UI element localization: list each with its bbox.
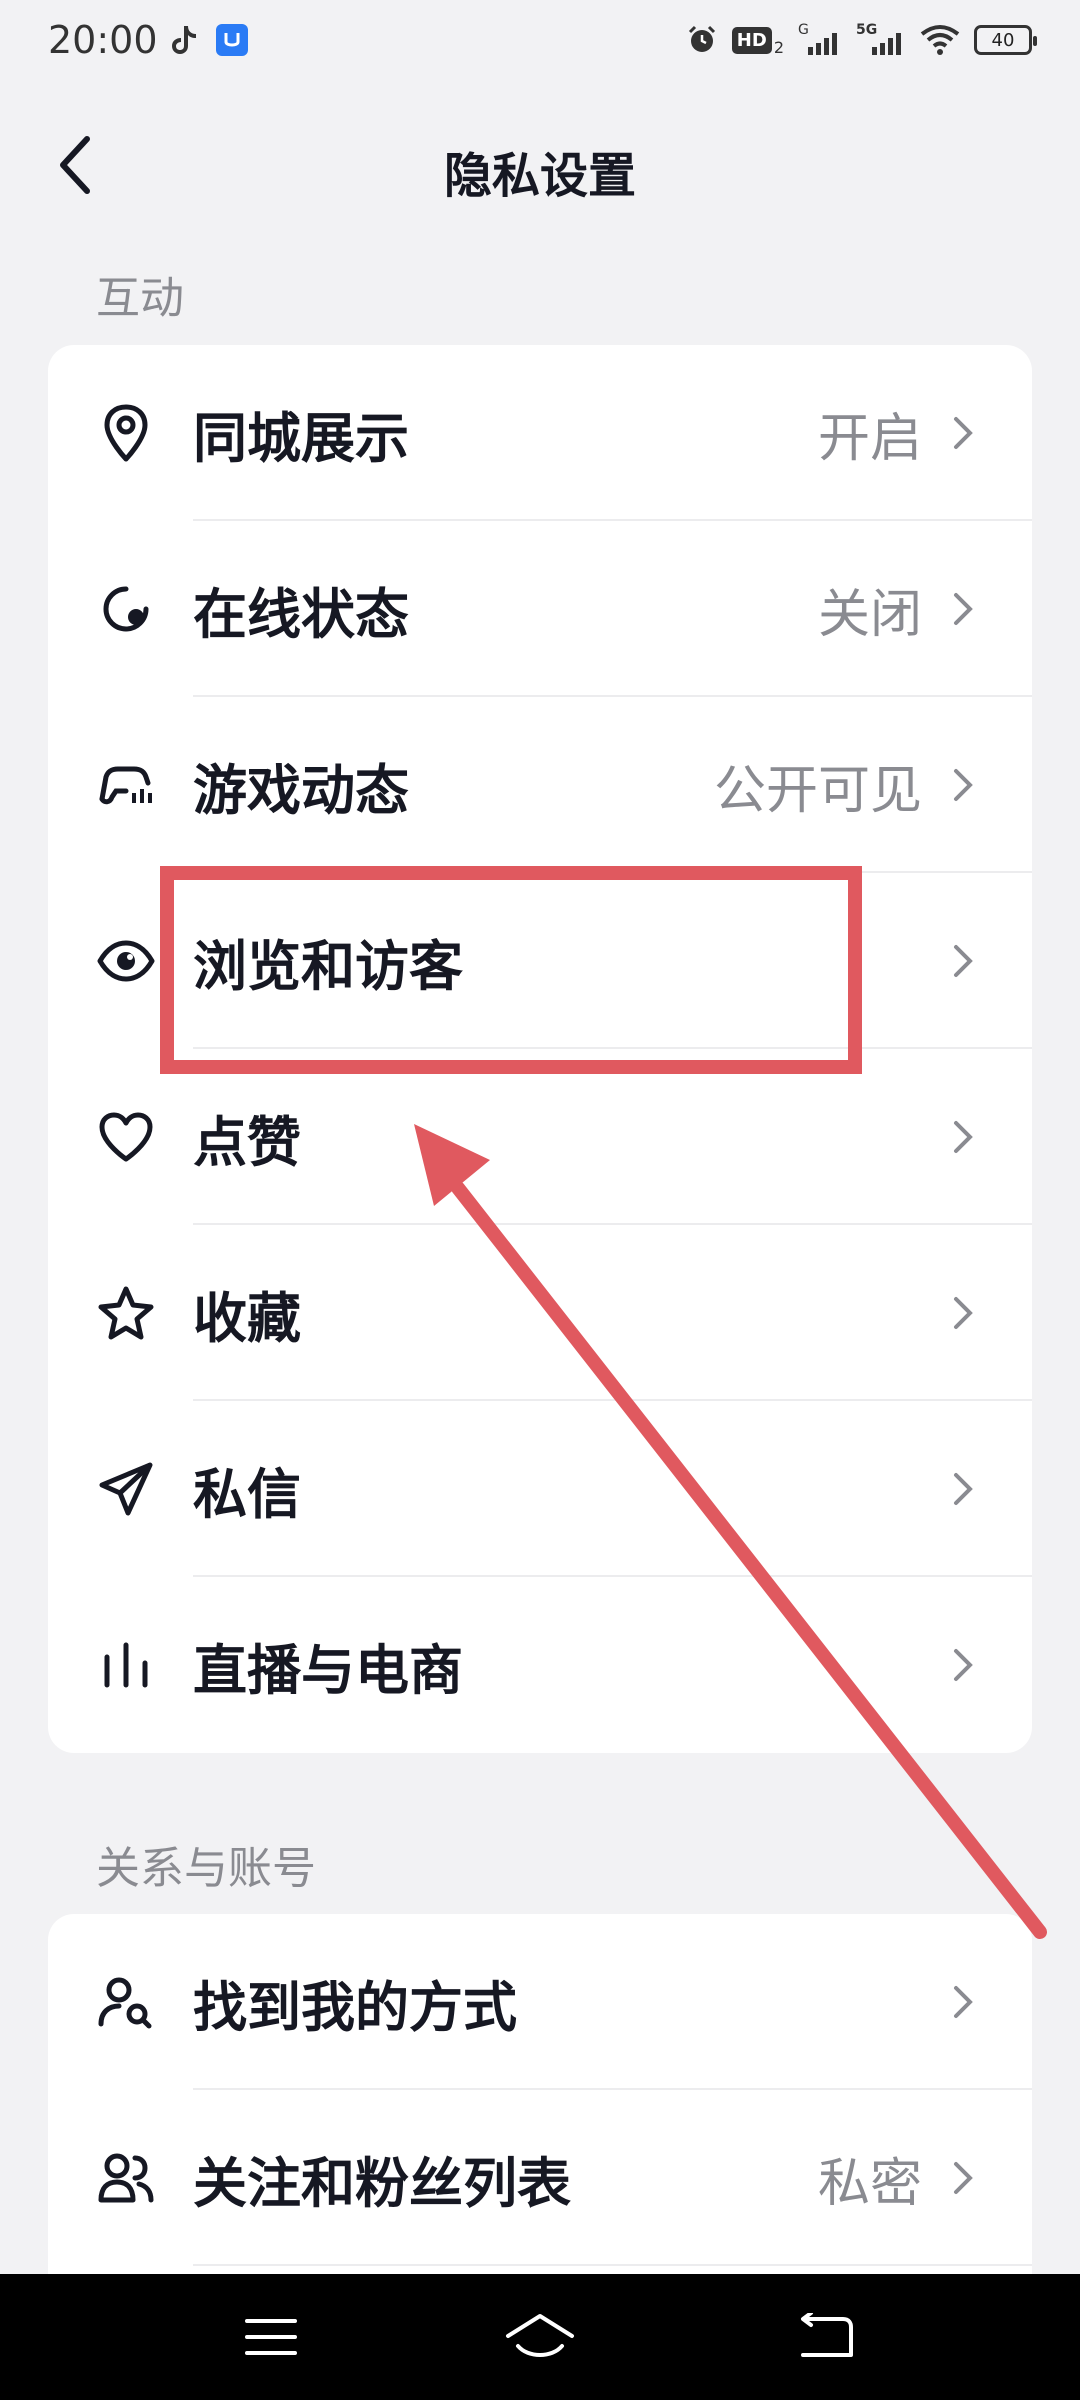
chevron-right-icon — [948, 2158, 978, 2198]
status-bar: 20:00 HD 2 G 5G 40 — [0, 0, 1080, 84]
highlight-box — [160, 866, 862, 1074]
home-icon — [506, 2314, 574, 2357]
5g-signal-icon: 5G — [856, 22, 906, 58]
row-value: 关闭 — [817, 584, 922, 645]
bar-chart-icon — [96, 1635, 156, 1695]
chevron-right-icon — [948, 765, 978, 805]
page-title: 隐私设置 — [443, 148, 636, 204]
alarm-icon — [688, 25, 715, 52]
row-nearby-display[interactable]: 同城展示 开启 — [48, 345, 1032, 521]
row-value: 公开可见 — [713, 760, 922, 821]
section-header-interaction: 互动 — [96, 273, 184, 324]
chevron-right-icon — [948, 1982, 978, 2022]
location-pin-icon — [96, 403, 156, 463]
hd-label: HD — [731, 26, 772, 54]
row-online-status[interactable]: 在线状态 关闭 — [48, 521, 1032, 697]
back-system-button[interactable] — [780, 2302, 870, 2372]
users-icon — [96, 2148, 156, 2208]
status-right-icons: HD 2 G 5G 40 — [686, 22, 1037, 58]
row-label: 点赞 — [193, 1110, 301, 1174]
row-messages[interactable]: 私信 — [48, 1401, 1032, 1577]
home-button[interactable] — [495, 2302, 585, 2372]
chevron-right-icon — [948, 1293, 978, 1333]
hd-icon: HD 2 — [731, 22, 784, 58]
row-label: 找到我的方式 — [193, 1975, 517, 2039]
battery-level: 40 — [991, 29, 1015, 51]
row-likes[interactable]: 点赞 — [48, 1049, 1032, 1225]
chevron-right-icon — [948, 413, 978, 453]
signal-g-label: G — [798, 22, 809, 38]
signal-5g-label: 5G — [856, 22, 878, 38]
signal-icon: G — [798, 22, 842, 58]
chevron-right-icon — [948, 1117, 978, 1157]
eye-icon — [96, 931, 156, 991]
divider — [193, 2264, 1032, 2266]
online-status-icon — [96, 579, 156, 639]
system-navigation-bar — [0, 2274, 1080, 2400]
row-label: 在线状态 — [193, 582, 409, 646]
row-find-me[interactable]: 找到我的方式 — [48, 1914, 1032, 2090]
row-label: 游戏动态 — [193, 758, 409, 822]
privacy-settings-screen: 20:00 HD 2 G 5G 40 隐私设置 互动 同城展示 开启 在线状态 … — [0, 0, 1080, 2400]
star-icon — [96, 1283, 156, 1343]
status-app-icons — [170, 24, 248, 56]
row-game-activity[interactable]: 游戏动态 公开可见 — [48, 697, 1032, 873]
section-header-account: 关系与账号 — [96, 1843, 316, 1894]
chevron-right-icon — [948, 1645, 978, 1685]
chevron-right-icon — [948, 941, 978, 981]
chevron-right-icon — [948, 589, 978, 629]
row-favorites[interactable]: 收藏 — [48, 1225, 1032, 1401]
paper-plane-icon — [96, 1459, 156, 1519]
row-label: 私信 — [193, 1462, 301, 1526]
menu-icon — [245, 2319, 297, 2355]
row-label: 直播与电商 — [193, 1638, 463, 1702]
game-controller-icon — [96, 755, 156, 815]
row-value: 开启 — [817, 408, 922, 469]
battery-icon: 40 — [974, 25, 1037, 55]
row-label: 同城展示 — [193, 406, 409, 470]
row-value: 私密 — [817, 2153, 922, 2214]
menu-button[interactable] — [226, 2302, 316, 2372]
status-time: 20:00 — [48, 18, 158, 62]
nav-bar: 隐私设置 — [0, 110, 1080, 220]
heart-icon — [96, 1107, 156, 1167]
row-following-followers-list[interactable]: 关注和粉丝列表 私密 — [48, 2090, 1032, 2266]
chevron-right-icon — [948, 1469, 978, 1509]
row-label: 收藏 — [193, 1286, 301, 1350]
row-live-and-ecommerce[interactable]: 直播与电商 — [48, 1577, 1032, 1753]
back-arrow-icon — [801, 2313, 853, 2357]
tiktok-icon — [172, 26, 196, 54]
user-search-icon — [96, 1972, 156, 2032]
account-card: 找到我的方式 关注和粉丝列表 私密 — [48, 1914, 1032, 2274]
app-badge-icon — [216, 24, 248, 56]
wifi-icon — [920, 25, 960, 55]
row-label: 关注和粉丝列表 — [193, 2151, 571, 2215]
